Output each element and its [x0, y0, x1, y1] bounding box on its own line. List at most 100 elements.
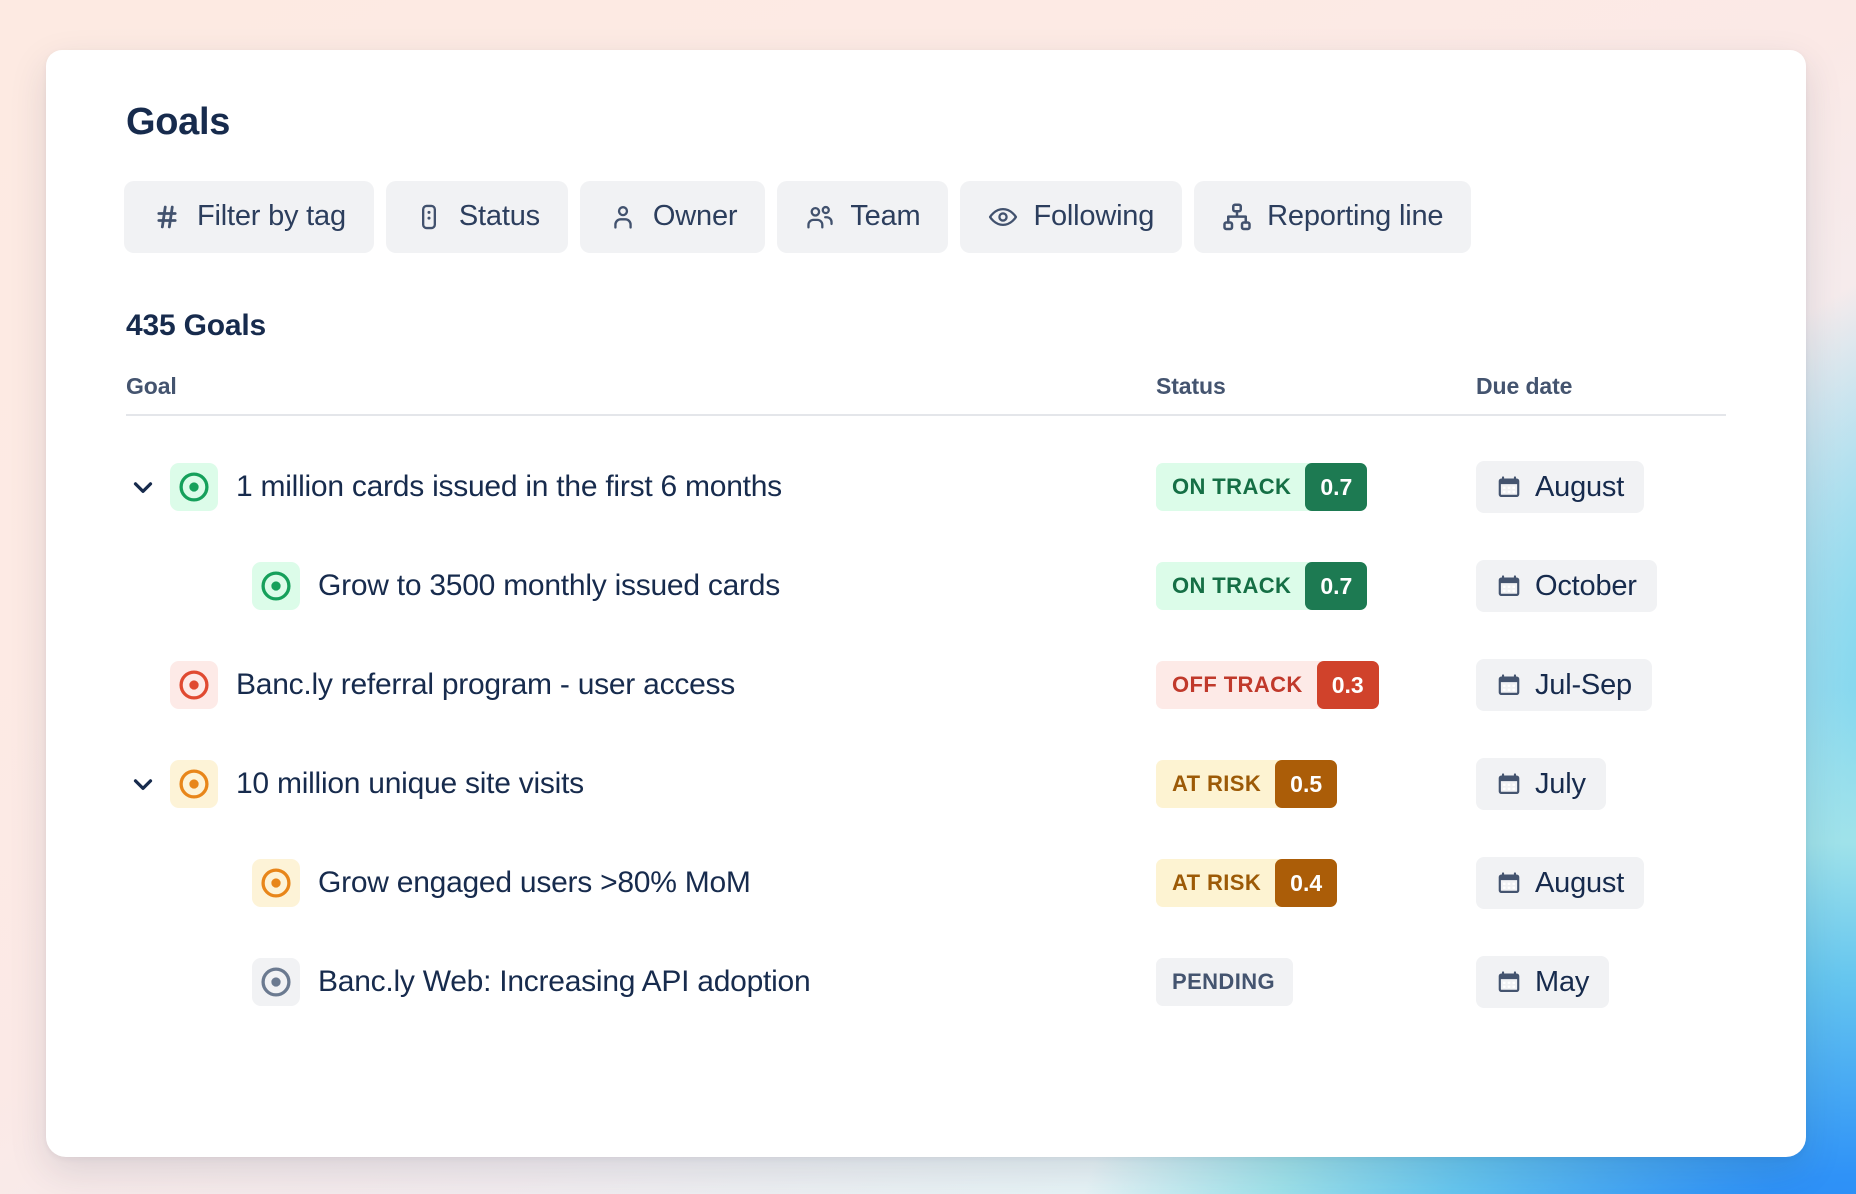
- calendar-icon: [1496, 672, 1522, 698]
- table-row[interactable]: Grow to 3500 monthly issued cards ON TRAC…: [126, 537, 1726, 636]
- table-row[interactable]: Banc.ly referral program - user access OF…: [126, 636, 1726, 735]
- calendar-icon: [1496, 474, 1522, 500]
- goal-name-link[interactable]: 1 million cards issued in the first 6 mo…: [236, 470, 782, 504]
- status-score: 0.7: [1305, 463, 1367, 511]
- due-date-cell: October: [1476, 560, 1726, 612]
- calendar-icon: [1496, 969, 1522, 995]
- people-icon: [805, 202, 835, 232]
- due-date-label: August: [1535, 867, 1624, 900]
- status-label: AT RISK: [1172, 870, 1261, 896]
- goal-name-link[interactable]: Banc.ly Web: Increasing API adoption: [318, 965, 810, 999]
- goals-table: Goal Status Due date 1 million cards iss…: [80, 373, 1772, 1032]
- chevron-down-icon[interactable]: [126, 767, 160, 801]
- goal-cell: 1 million cards issued in the first 6 mo…: [126, 463, 1156, 511]
- filter-bar: Filter by tag Status Owner Team Following Rep…: [80, 181, 1772, 253]
- column-header-status: Status: [1156, 373, 1476, 400]
- table-row[interactable]: Grow engaged users >80% MoM AT RISK 0.4 Aug…: [126, 834, 1726, 933]
- goal-cell: Banc.ly referral program - user access: [126, 661, 1156, 709]
- due-date-cell: May: [1476, 956, 1726, 1008]
- goals-card: Goals Filter by tag Status Owner Team Follow…: [46, 50, 1806, 1157]
- due-date-label: August: [1535, 471, 1624, 504]
- calendar-icon: [1496, 771, 1522, 797]
- due-date-cell: August: [1476, 857, 1726, 909]
- target-icon: [170, 661, 218, 709]
- status-cell: OFF TRACK 0.3: [1156, 661, 1476, 709]
- status-icon: [414, 202, 444, 232]
- status-badge[interactable]: ON TRACK 0.7: [1156, 463, 1367, 511]
- due-date-cell: July: [1476, 758, 1726, 810]
- goal-name-link[interactable]: 10 million unique site visits: [236, 767, 584, 801]
- target-icon: [170, 760, 218, 808]
- chevron-down-icon[interactable]: [126, 470, 160, 504]
- filter-chip-label: Filter by tag: [197, 200, 346, 233]
- due-date-cell: August: [1476, 461, 1726, 513]
- due-date-pill[interactable]: Jul-Sep: [1476, 659, 1652, 711]
- filter-chip-label: Following: [1033, 200, 1154, 233]
- status-cell: ON TRACK 0.7: [1156, 463, 1476, 511]
- goal-name-link[interactable]: Grow engaged users >80% MoM: [318, 866, 751, 900]
- status-cell: ON TRACK0.7: [1156, 562, 1476, 610]
- filter-chip-following[interactable]: Following: [960, 181, 1182, 253]
- status-cell: AT RISK 0.5: [1156, 760, 1476, 808]
- status-badge[interactable]: ON TRACK0.7: [1156, 562, 1367, 610]
- status-badge[interactable]: OFF TRACK 0.3: [1156, 661, 1379, 709]
- column-header-due-date: Due date: [1476, 373, 1726, 400]
- status-label: AT RISK: [1172, 771, 1261, 797]
- due-date-label: May: [1535, 966, 1589, 999]
- goal-name-link[interactable]: Grow to 3500 monthly issued cards: [318, 569, 780, 603]
- due-date-pill[interactable]: August: [1476, 857, 1644, 909]
- status-badge[interactable]: PENDING: [1156, 958, 1293, 1006]
- due-date-pill[interactable]: July: [1476, 758, 1606, 810]
- due-date-pill[interactable]: May: [1476, 956, 1609, 1008]
- calendar-icon: [1496, 573, 1522, 599]
- filter-chip-label: Status: [459, 200, 540, 233]
- status-cell: PENDING: [1156, 958, 1476, 1006]
- due-date-label: July: [1535, 768, 1586, 801]
- person-icon: [608, 202, 638, 232]
- filter-chip-reporting-line[interactable]: Reporting line: [1194, 181, 1471, 253]
- due-date-cell: Jul-Sep: [1476, 659, 1726, 711]
- status-score: 0.5: [1275, 760, 1337, 808]
- column-header-goal: Goal: [126, 373, 1156, 400]
- table-row[interactable]: 10 million unique site visits AT RISK 0.5 J…: [126, 735, 1726, 834]
- page-title: Goals: [80, 92, 1772, 144]
- target-icon: [252, 562, 300, 610]
- goal-count: 435 Goals: [80, 309, 1772, 343]
- due-date-pill[interactable]: August: [1476, 461, 1644, 513]
- status-score: 0.3: [1317, 661, 1379, 709]
- status-label: ON TRACK: [1172, 474, 1291, 500]
- filter-chip-filter-by-tag[interactable]: Filter by tag: [124, 181, 374, 253]
- table-row[interactable]: Banc.ly Web: Increasing API adoption PEND…: [126, 933, 1726, 1032]
- goal-cell: Grow to 3500 monthly issued cards: [208, 562, 1156, 610]
- table-header-row: Goal Status Due date: [126, 373, 1726, 416]
- target-icon: [252, 859, 300, 907]
- target-icon: [252, 958, 300, 1006]
- filter-chip-owner[interactable]: Owner: [580, 181, 765, 253]
- target-icon: [170, 463, 218, 511]
- reporting-line-icon: [1222, 202, 1252, 232]
- table-body: 1 million cards issued in the first 6 mo…: [126, 416, 1726, 1032]
- status-badge[interactable]: AT RISK 0.4: [1156, 859, 1337, 907]
- status-label: PENDING: [1172, 969, 1275, 995]
- hash-icon: [152, 202, 182, 232]
- status-score: 0.4: [1275, 859, 1337, 907]
- filter-chip-team[interactable]: Team: [777, 181, 948, 253]
- due-date-label: October: [1535, 570, 1637, 603]
- eye-icon: [988, 202, 1018, 232]
- goal-cell: Banc.ly Web: Increasing API adoption: [208, 958, 1156, 1006]
- goal-cell: 10 million unique site visits: [126, 760, 1156, 808]
- due-date-pill[interactable]: October: [1476, 560, 1657, 612]
- due-date-label: Jul-Sep: [1535, 669, 1632, 702]
- filter-chip-label: Owner: [653, 200, 737, 233]
- status-badge[interactable]: AT RISK 0.5: [1156, 760, 1337, 808]
- goal-name-link[interactable]: Banc.ly referral program - user access: [236, 668, 735, 702]
- filter-chip-label: Team: [850, 200, 920, 233]
- goal-cell: Grow engaged users >80% MoM: [208, 859, 1156, 907]
- status-label: OFF TRACK: [1172, 672, 1303, 698]
- calendar-icon: [1496, 870, 1522, 896]
- table-row[interactable]: 1 million cards issued in the first 6 mo…: [126, 438, 1726, 537]
- status-score: 0.7: [1305, 562, 1367, 610]
- status-cell: AT RISK 0.4: [1156, 859, 1476, 907]
- filter-chip-label: Reporting line: [1267, 200, 1443, 233]
- filter-chip-status[interactable]: Status: [386, 181, 568, 253]
